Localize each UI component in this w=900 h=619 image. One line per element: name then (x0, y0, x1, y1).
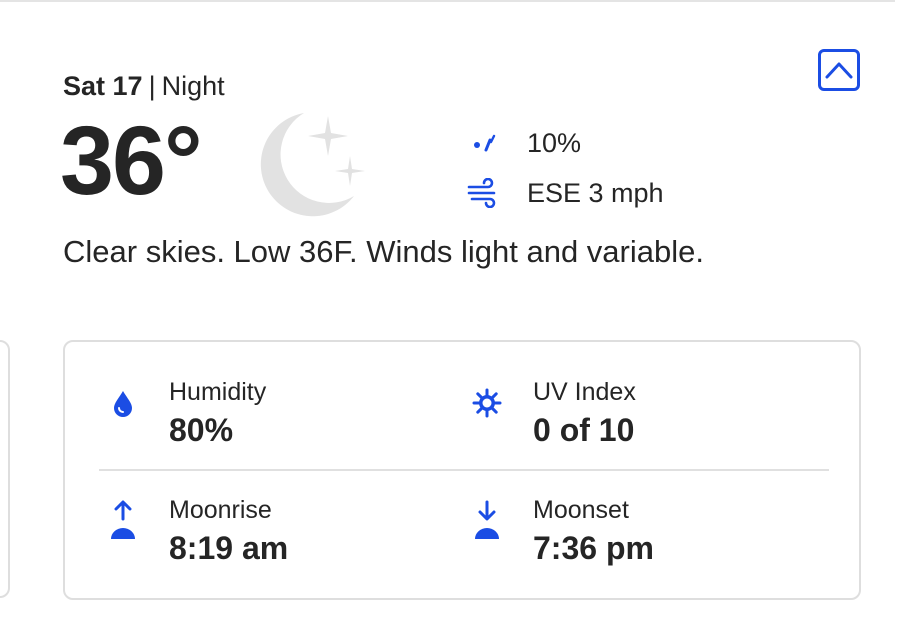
rain-drops-icon (465, 126, 501, 160)
uv-index-value: 0 of 10 (533, 412, 635, 448)
moonset-value: 7:36 pm (533, 530, 654, 566)
temperature: 36° (60, 106, 203, 215)
details-card: Humidity 80% UV Index 0 of 10 Moonrise 8… (63, 340, 861, 600)
collapse-button[interactable] (818, 49, 860, 91)
wind-icon (465, 176, 501, 210)
moonset-label: Moonset (533, 496, 629, 524)
details-divider (99, 469, 829, 471)
top-divider (0, 0, 895, 2)
wind-value: ESE 3 mph (527, 177, 664, 208)
uv-sun-icon (467, 378, 507, 428)
humidity-label: Humidity (169, 378, 267, 406)
wind-row: ESE 3 mph (465, 176, 664, 210)
moonrise-label: Moonrise (169, 496, 272, 524)
moonrise-icon (103, 496, 143, 546)
period-label: Night (161, 71, 225, 101)
moonrise-value: 8:19 am (169, 530, 289, 566)
day-label: Sat 17 (63, 71, 143, 101)
chevron-up-icon (825, 62, 853, 79)
humidity-value: 80% (169, 412, 234, 448)
forecast-narrative: Clear skies. Low 36F. Winds light and va… (63, 234, 704, 269)
uv-index-label: UV Index (533, 378, 636, 406)
moonset-icon (467, 496, 507, 546)
day-separator: | (148, 71, 156, 101)
previous-card-edge (0, 340, 10, 598)
day-heading: Sat 17 | Night (63, 71, 225, 102)
humidity-drop-icon (103, 378, 143, 428)
precipitation-row: 10% (465, 126, 581, 160)
clear-night-moon-icon (260, 113, 365, 217)
precipitation-value: 10% (527, 127, 582, 158)
